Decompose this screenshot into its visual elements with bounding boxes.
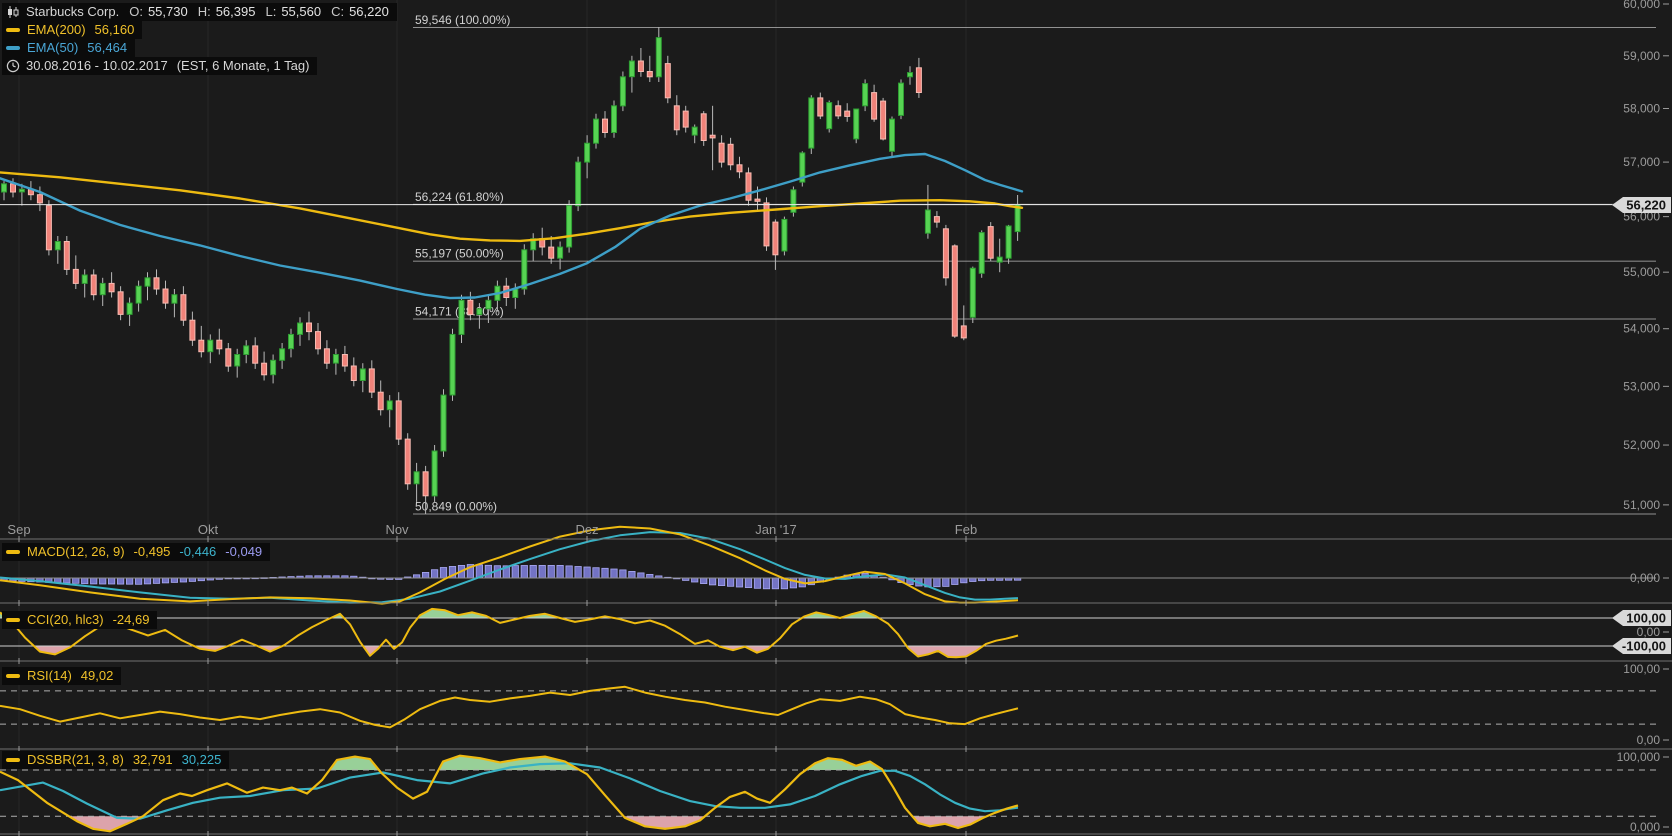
svg-text:54,000: 54,000: [1623, 322, 1660, 336]
clock-icon: [6, 59, 20, 73]
macd-hist-value: -0,049: [225, 544, 263, 559]
date-range: 30.08.2016 - 10.02.2017: [26, 58, 168, 73]
ema50-legend[interactable]: EMA(50) 56,464: [2, 39, 136, 57]
svg-text:53,000: 53,000: [1623, 379, 1660, 393]
candlestick-icon: [6, 5, 20, 19]
svg-text:Jan '17: Jan '17: [755, 522, 797, 537]
cci-title: CCI(20, hlc3): [27, 612, 104, 627]
svg-text:50,849 (0.00%): 50,849 (0.00%): [415, 500, 497, 514]
open-label: O:: [129, 4, 143, 19]
dssbr-title: DSSBR(21, 3, 8): [27, 752, 124, 767]
svg-text:59,000: 59,000: [1623, 49, 1660, 63]
rsi-legend[interactable]: RSI(14) 49,02: [2, 667, 122, 685]
svg-text:56,224 (61.80%): 56,224 (61.80%): [415, 190, 504, 204]
macd-title: MACD(12, 26, 9): [27, 544, 125, 559]
open-value: 55,730: [147, 4, 188, 19]
svg-text:100,00: 100,00: [1626, 611, 1666, 626]
svg-text:60,000: 60,000: [1623, 0, 1660, 11]
rsi-dash-icon: [6, 673, 20, 678]
svg-text:Okt: Okt: [198, 522, 219, 537]
date-range-legend[interactable]: 30.08.2016 - 10.02.2017 (EST, 6 Monate, …: [2, 57, 318, 75]
ema200-legend[interactable]: EMA(200) 56,160: [2, 21, 143, 39]
svg-text:55,000: 55,000: [1623, 265, 1660, 279]
ema50-label: EMA(50): [27, 40, 79, 55]
cci-value: -24,69: [112, 612, 150, 627]
cci-dash-icon: [6, 617, 20, 622]
svg-text:55,197 (50.00%): 55,197 (50.00%): [415, 247, 504, 261]
macd-dash-icon: [6, 549, 20, 554]
macd-legend[interactable]: MACD(12, 26, 9) -0,495 -0,446 -0,049: [2, 543, 271, 561]
high-label: H:: [197, 4, 211, 19]
svg-text:Feb: Feb: [955, 522, 977, 537]
dssbr-dash-icon: [6, 757, 20, 762]
ema200-value: 56,160: [94, 22, 135, 37]
svg-text:0,000: 0,000: [1630, 571, 1660, 585]
low-label: L:: [265, 4, 277, 19]
cci-legend[interactable]: CCI(20, hlc3) -24,69: [2, 611, 158, 629]
ema50-dash-icon: [6, 45, 20, 50]
svg-text:56,220: 56,220: [1626, 198, 1666, 213]
svg-text:-100,00: -100,00: [1622, 639, 1666, 654]
low-value: 55,560: [281, 4, 322, 19]
svg-text:Sep: Sep: [7, 522, 30, 537]
trading-chart-window: 59,546 (100.00%) 56,224 (61.80%) 55,197 (5…: [0, 0, 1672, 836]
svg-text:0,000: 0,000: [1630, 820, 1660, 834]
svg-text:52,000: 52,000: [1623, 438, 1660, 452]
ema50-value: 56,464: [87, 40, 128, 55]
ema200-label: EMA(200): [27, 22, 86, 37]
dssbr-fast-value: 32,791: [132, 752, 173, 767]
date-meta: (EST, 6 Monate, 1 Tag): [176, 58, 310, 73]
last-price-badge: 56,220: [1612, 197, 1671, 213]
svg-text:0,00: 0,00: [1637, 733, 1661, 747]
svg-text:51,000: 51,000: [1623, 498, 1660, 512]
rsi-value: 49,02: [80, 668, 114, 683]
svg-text:Nov: Nov: [385, 522, 409, 537]
svg-text:57,000: 57,000: [1623, 155, 1660, 169]
rsi-title: RSI(14): [27, 668, 72, 683]
dssbr-legend[interactable]: DSSBR(21, 3, 8) 32,791 30,225: [2, 751, 230, 769]
svg-text:58,000: 58,000: [1623, 101, 1660, 115]
macd-signal-value: -0,446: [179, 544, 217, 559]
dssbr-slow-value: 30,225: [181, 752, 222, 767]
svg-text:100,000: 100,000: [1617, 750, 1661, 764]
svg-text:100,00: 100,00: [1623, 662, 1660, 676]
close-label: C:: [331, 4, 345, 19]
instrument-name: Starbucks Corp.: [26, 4, 120, 19]
high-value: 56,395: [215, 4, 256, 19]
close-value: 56,220: [349, 4, 389, 19]
svg-text:0,00: 0,00: [1637, 625, 1661, 639]
svg-text:59,546 (100.00%): 59,546 (100.00%): [415, 13, 510, 27]
macd-value: -0,495: [133, 544, 171, 559]
instrument-legend[interactable]: Starbucks Corp. O: 55,730 H: 56,395 L: 55,5…: [2, 3, 397, 21]
chart-canvas[interactable]: 59,546 (100.00%) 56,224 (61.80%) 55,197 (5…: [0, 0, 1672, 836]
svg-text:Dez: Dez: [575, 522, 598, 537]
ema200-dash-icon: [6, 27, 20, 32]
